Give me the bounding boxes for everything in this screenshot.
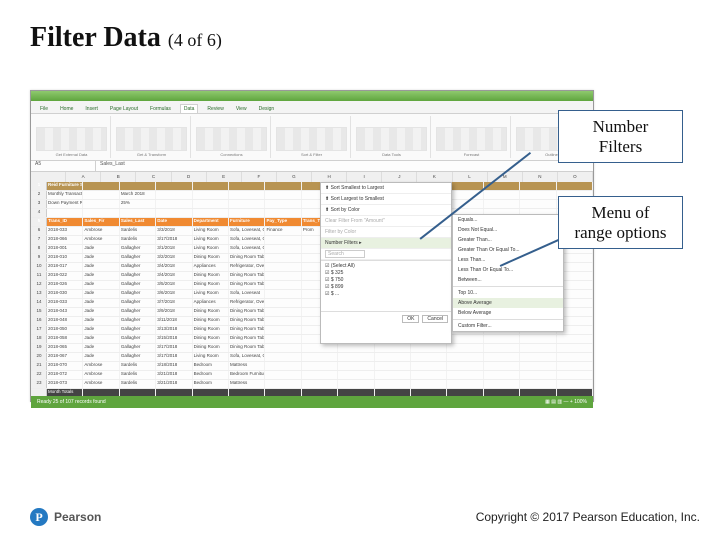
- sort-option[interactable]: ⬆ Sort by Color: [321, 205, 451, 216]
- brand-logo: P Pearson: [30, 508, 101, 526]
- ribbon-tabs[interactable]: File Home Insert Page Layout Formulas Data Rev…: [31, 101, 593, 114]
- number-filter-option[interactable]: Below Average: [453, 308, 563, 318]
- ribbon-tab[interactable]: Page Layout: [107, 105, 141, 113]
- table-row[interactable]: Month Totals: [31, 389, 593, 396]
- footer: P Pearson Copyright © 2017 Pearson Educa…: [0, 508, 700, 526]
- ok-button[interactable]: OK: [402, 315, 419, 323]
- table-row[interactable]: 3Down Payment Requirement:25%: [31, 200, 593, 209]
- number-filters-item[interactable]: Number Filters ▸: [321, 238, 451, 249]
- table-row[interactable]: 222018-072AmbroseSardelis3/21/2018Bedroo…: [31, 371, 593, 380]
- ribbon-group[interactable]: Get & Transform: [113, 116, 191, 158]
- callout-range-options: Menu of range options: [558, 196, 683, 249]
- title-sub: (4 of 6): [168, 30, 222, 50]
- callout-number-filters: Number Filters: [558, 110, 683, 163]
- ribbon-group[interactable]: Connections: [193, 116, 271, 158]
- slide-title: Filter Data (4 of 6): [30, 22, 222, 54]
- number-filter-option[interactable]: Custom Filter...: [453, 321, 563, 331]
- ribbon-tab[interactable]: Formulas: [147, 105, 174, 113]
- sort-option[interactable]: ⬆ Sort Smallest to Largest: [321, 183, 451, 194]
- table-row[interactable]: 212018-070AmbroseSardelis3/18/2018Bedroo…: [31, 362, 593, 371]
- name-box[interactable]: A5: [31, 161, 96, 171]
- number-filter-option[interactable]: Top 10...: [453, 288, 563, 298]
- ribbon-tab[interactable]: Insert: [82, 105, 101, 113]
- filter-checklist[interactable]: ☑ (Select All)☑ $ 325☑ $ 750☑ $ 899☑ $ .…: [321, 260, 451, 312]
- table-row[interactable]: 192018-065JadeGallagher3/17/2018Dining R…: [31, 344, 593, 353]
- ribbon-group[interactable]: Forecast: [433, 116, 511, 158]
- number-filter-option[interactable]: Does Not Equal...: [453, 225, 563, 235]
- number-filters-submenu[interactable]: Equals...Does Not Equal...Greater Than..…: [452, 214, 564, 332]
- number-filter-option[interactable]: Above Average: [453, 298, 563, 308]
- filter-search[interactable]: Search: [321, 249, 451, 260]
- ribbon-tab[interactable]: View: [233, 105, 250, 113]
- brand-text: Pearson: [54, 510, 101, 524]
- status-bar: Ready 25 of 107 records found ▦ ▤ ▥ — + …: [31, 396, 593, 408]
- ribbon-tab[interactable]: Data: [180, 104, 199, 113]
- table-row[interactable]: 232018-073AmbroseSardelis3/21/2018Bedroo…: [31, 380, 593, 389]
- ribbon-tab[interactable]: Home: [57, 105, 76, 113]
- number-filter-option[interactable]: Between...: [453, 275, 563, 285]
- title-main: Filter Data: [30, 22, 161, 53]
- pearson-icon: P: [30, 508, 48, 526]
- excel-titlebar: [31, 91, 593, 101]
- table-row[interactable]: 1Reid Furniture Store: [31, 182, 593, 191]
- table-row[interactable]: 202018-067JadeGallagher3/17/2018Living R…: [31, 353, 593, 362]
- copyright: Copyright © 2017 Pearson Education, Inc.: [476, 510, 700, 524]
- cancel-button[interactable]: Cancel: [422, 315, 448, 323]
- number-filter-option[interactable]: Greater Than Or Equal To...: [453, 245, 563, 255]
- ribbon-group[interactable]: Get External Data: [33, 116, 111, 158]
- ribbon-tab[interactable]: File: [37, 105, 51, 113]
- ribbon-tab[interactable]: Design: [256, 105, 278, 113]
- filter-dropdown[interactable]: ⬆ Sort Smallest to Largest⬆ Sort Largest…: [320, 182, 452, 344]
- table-row[interactable]: 2Monthly Transactions:March 2018: [31, 191, 593, 200]
- status-left: Ready 25 of 107 records found: [37, 399, 106, 405]
- ribbon-tab[interactable]: Review: [204, 105, 226, 113]
- number-filter-option[interactable]: Equals...: [453, 215, 563, 225]
- sort-option[interactable]: ⬆ Sort Largest to Smallest: [321, 194, 451, 205]
- clear-filter: Clear Filter From "Amount": [321, 216, 451, 227]
- ribbon-group[interactable]: Data Tools: [353, 116, 431, 158]
- formula-bar[interactable]: Sales_Last: [96, 161, 125, 171]
- table-row[interactable]: 182018-058JadeGallagher3/15/2018Dining R…: [31, 335, 593, 344]
- number-filter-option[interactable]: Less Than Or Equal To...: [453, 265, 563, 275]
- ribbon-group[interactable]: Sort & Filter: [273, 116, 351, 158]
- ribbon[interactable]: Get External DataGet & TransformConnecti…: [31, 114, 593, 161]
- status-right: ▦ ▤ ▥ — + 100%: [545, 399, 587, 405]
